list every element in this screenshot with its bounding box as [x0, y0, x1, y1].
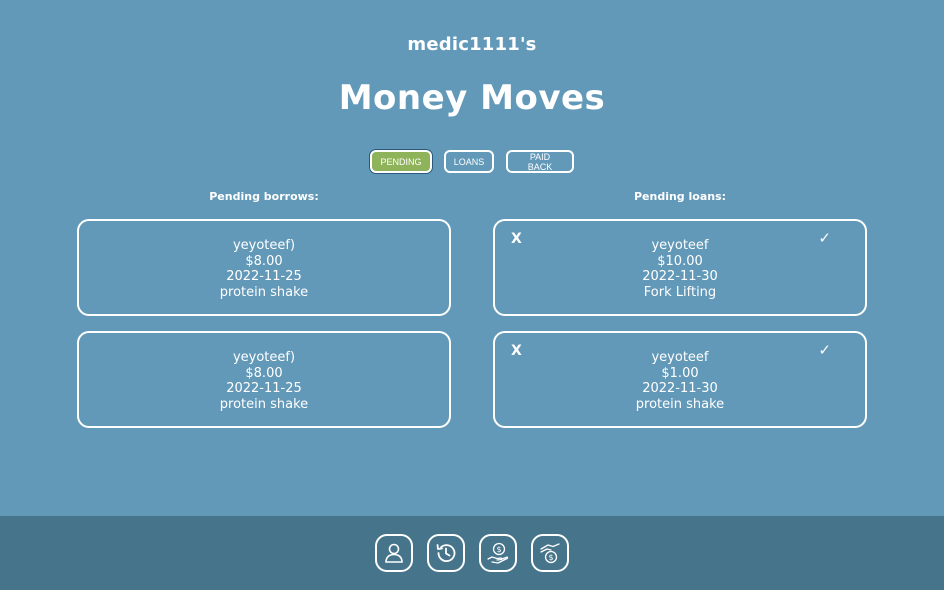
- reject-loan-button[interactable]: X: [511, 343, 522, 360]
- pending-loans-heading: Pending loans:: [633, 190, 727, 203]
- borrow-card: yeyoteef) $8.00 2022-11-25 protein shake: [77, 331, 451, 428]
- borrow-note: protein shake: [219, 396, 309, 412]
- borrow-date: 2022-11-25: [226, 381, 302, 396]
- hand-coin-icon: $: [487, 542, 509, 564]
- borrow-date: 2022-11-25: [226, 269, 302, 284]
- borrow-name: yeyoteef): [232, 238, 296, 253]
- username-label: medic1111's: [407, 34, 537, 55]
- profile-nav-button[interactable]: [375, 534, 413, 572]
- bottom-nav: $ $: [0, 516, 944, 590]
- loan-date: 2022-11-30: [642, 381, 718, 396]
- tab-loans[interactable]: LOANS: [444, 150, 494, 173]
- svg-text:$: $: [548, 553, 553, 562]
- svg-text:$: $: [496, 545, 501, 554]
- loan-card: X ✓ yeyoteef $1.00 2022-11-30 protein sh…: [493, 331, 867, 428]
- borrow-amount: $8.00: [245, 365, 283, 381]
- exchange-nav-button[interactable]: $: [531, 534, 569, 572]
- borrow-amount: $8.00: [245, 253, 283, 269]
- accept-loan-button[interactable]: ✓: [818, 342, 831, 359]
- loan-date: 2022-11-30: [642, 269, 718, 284]
- lend-nav-button[interactable]: $: [479, 534, 517, 572]
- loan-note: protein shake: [635, 396, 725, 412]
- tab-paid-back[interactable]: PAID BACK: [506, 150, 574, 173]
- tab-bar: PENDING LOANS PAID BACK: [0, 150, 944, 173]
- accept-loan-button[interactable]: ✓: [818, 230, 831, 247]
- borrow-card: yeyoteef) $8.00 2022-11-25 protein shake: [77, 219, 451, 316]
- loan-card: X ✓ yeyoteef $10.00 2022-11-30 Fork Lift…: [493, 219, 867, 316]
- loan-name: yeyoteef: [651, 238, 709, 253]
- pending-borrows-heading: Pending borrows:: [209, 190, 319, 203]
- loan-name: yeyoteef: [651, 350, 709, 365]
- loan-note: Fork Lifting: [643, 284, 717, 300]
- coin-exchange-icon: $: [540, 543, 560, 564]
- user-icon: [385, 543, 403, 563]
- history-nav-button[interactable]: [427, 534, 465, 572]
- borrow-note: protein shake: [219, 284, 309, 300]
- loan-amount: $1.00: [661, 365, 699, 381]
- tab-pending[interactable]: PENDING: [370, 150, 432, 173]
- reject-loan-button[interactable]: X: [511, 231, 522, 248]
- borrow-name: yeyoteef): [232, 350, 296, 365]
- history-icon: [436, 544, 456, 562]
- loan-amount: $10.00: [657, 253, 703, 269]
- page-title: Money Moves: [338, 78, 606, 118]
